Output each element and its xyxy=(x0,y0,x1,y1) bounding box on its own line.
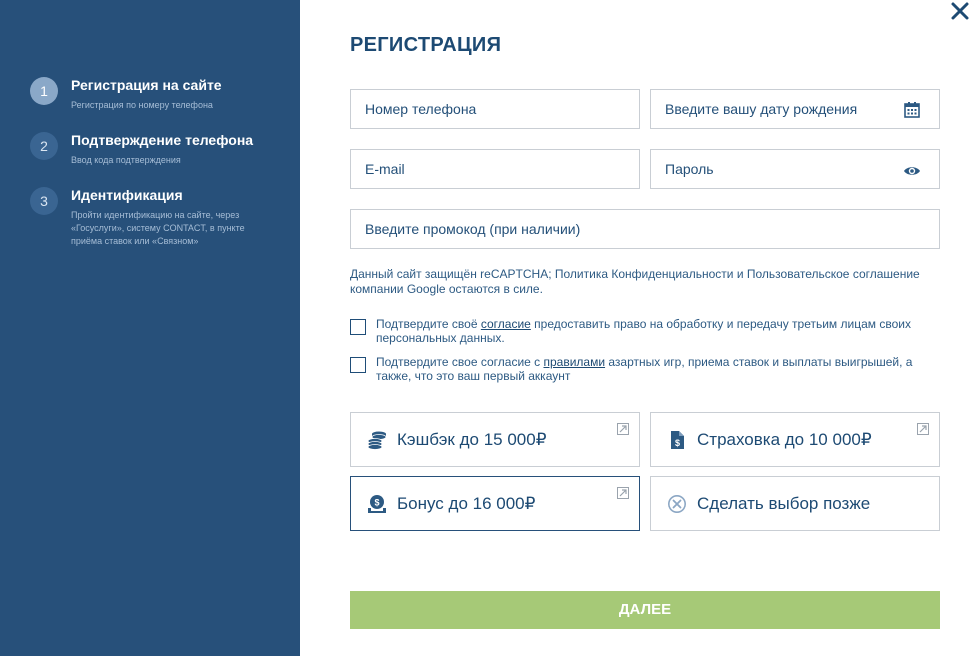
bonus-label: Страховка до 10 000₽ xyxy=(697,430,872,449)
email-placeholder: E-mail xyxy=(365,161,405,177)
consent-text-before: Подтвердите своё xyxy=(376,317,481,331)
cancel-circle-icon xyxy=(668,495,686,513)
svg-text:$: $ xyxy=(374,498,379,508)
close-icon xyxy=(951,2,969,20)
bonus-option-cashback[interactable]: Кэшбэк до 15 000₽ xyxy=(350,412,640,467)
recaptcha-suffix: компании Google остаются в силе. xyxy=(350,282,543,296)
rules-link[interactable]: правилами xyxy=(543,355,605,369)
step-description: Пройти идентификацию на сайте, через «Го… xyxy=(71,210,245,246)
step-description: Ввод кода подтверждения xyxy=(71,155,181,165)
consent-personal-data-checkbox[interactable] xyxy=(350,319,366,335)
next-button[interactable]: ДАЛЕЕ xyxy=(350,591,940,629)
svg-text:$: $ xyxy=(675,438,680,448)
recaptcha-policy-link[interactable]: Политика Конфиденциальности и Пользовате… xyxy=(555,267,920,281)
step-title: Идентификация xyxy=(71,187,183,203)
password-input[interactable]: Пароль xyxy=(650,149,940,189)
document-dollar-icon: $ xyxy=(671,431,684,449)
consent-rules-checkbox[interactable] xyxy=(350,357,366,373)
consent-text: Подтвердите свое согласие с правилами аз… xyxy=(376,355,936,383)
bonus-label: Бонус до 16 000₽ xyxy=(397,494,536,513)
bonus-label: Сделать выбор позже xyxy=(697,494,871,513)
close-button[interactable] xyxy=(949,0,971,22)
step-description: Регистрация по номеру телефона xyxy=(71,100,213,110)
step-title: Регистрация на сайте xyxy=(71,77,222,93)
external-link-icon[interactable] xyxy=(917,423,929,435)
password-placeholder: Пароль xyxy=(665,161,714,177)
step-number: 2 xyxy=(30,132,58,160)
bonus-option-insurance[interactable]: $ Страховка до 10 000₽ xyxy=(650,412,940,467)
consent-text: Подтвердите своё согласие предоставить п… xyxy=(376,317,936,345)
consent-link[interactable]: согласие xyxy=(481,317,531,331)
promo-code-placeholder: Введите промокод (при наличии) xyxy=(365,221,581,237)
step-number: 1 xyxy=(30,77,58,105)
bonus-option-choose-later[interactable]: Сделать выбор позже xyxy=(650,476,940,531)
phone-input[interactable]: Номер телефона xyxy=(350,89,640,129)
coins-icon xyxy=(367,431,387,450)
promo-code-input[interactable]: Введите промокод (при наличии) xyxy=(350,209,940,249)
calendar-icon[interactable] xyxy=(903,101,921,119)
page-title: РЕГИСТРАЦИЯ xyxy=(350,34,502,56)
birth-date-input[interactable]: Введите вашу дату рождения xyxy=(650,89,940,129)
consent-text-before: Подтвердите свое согласие с xyxy=(376,355,544,369)
recaptcha-notice: Данный сайт защищён reCAPTCHA; Политика … xyxy=(350,267,940,297)
step-number: 3 xyxy=(30,187,58,215)
registration-steps-sidebar: 1 Регистрация на сайте Регистрация по но… xyxy=(0,0,300,656)
external-link-icon[interactable] xyxy=(617,423,629,435)
eye-icon[interactable] xyxy=(903,162,921,180)
recaptcha-prefix: Данный сайт защищён reCAPTCHA; xyxy=(350,267,555,281)
step-title: Подтверждение телефона xyxy=(71,132,254,148)
money-bag-icon: $ xyxy=(368,495,386,513)
birth-date-placeholder: Введите вашу дату рождения xyxy=(665,101,858,117)
bonus-option-bonus[interactable]: $ Бонус до 16 000₽ xyxy=(350,476,640,531)
email-input[interactable]: E-mail xyxy=(350,149,640,189)
bonus-label: Кэшбэк до 15 000₽ xyxy=(397,430,547,449)
phone-placeholder: Номер телефона xyxy=(365,101,477,117)
external-link-icon[interactable] xyxy=(617,487,629,499)
